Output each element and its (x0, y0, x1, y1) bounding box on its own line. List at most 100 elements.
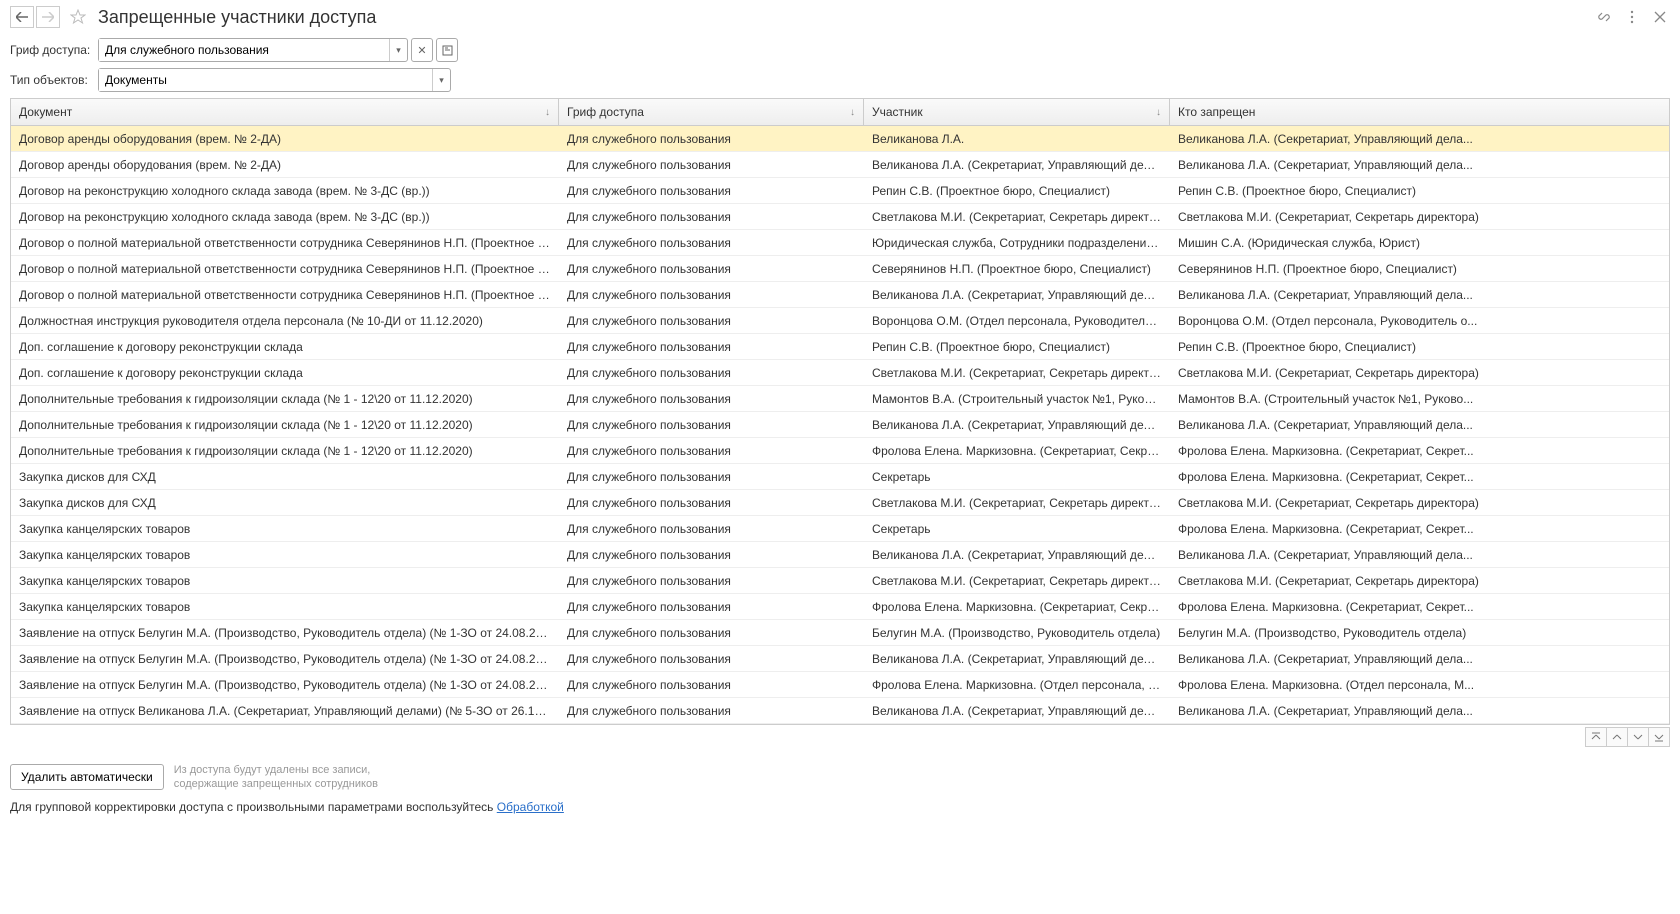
cell-who: Мамонтов В.А. (Строительный участок №1, … (1170, 392, 1669, 406)
cell-who: Светлакова М.И. (Секретариат, Секретарь … (1170, 366, 1669, 380)
cell-grif: Для служебного пользования (559, 678, 864, 692)
open-icon (442, 45, 453, 56)
scroll-up-button[interactable] (1606, 727, 1628, 747)
cell-who: Мишин С.А. (Юридическая служба, Юрист) (1170, 236, 1669, 250)
cell-participant: Великанова Л.А. (864, 132, 1170, 146)
table-row[interactable]: Закупка дисков для СХДДля служебного пол… (11, 490, 1669, 516)
link-icon[interactable] (1594, 7, 1614, 27)
type-label: Тип объектов: (10, 73, 98, 87)
cell-participant: Мамонтов В.А. (Строительный участок №1, … (864, 392, 1170, 406)
cell-grif: Для служебного пользования (559, 418, 864, 432)
cell-participant: Секретарь (864, 522, 1170, 536)
cell-who: Великанова Л.А. (Секретариат, Управляющи… (1170, 704, 1669, 718)
sort-icon: ↓ (850, 107, 855, 118)
page-title: Запрещенные участники доступа (98, 7, 376, 28)
sort-icon: ↓ (1156, 107, 1161, 118)
cell-grif: Для служебного пользования (559, 366, 864, 380)
table-row[interactable]: Договор аренды оборудования (врем. № 2-Д… (11, 152, 1669, 178)
table-row[interactable]: Заявление на отпуск Великанова Л.А. (Сек… (11, 698, 1669, 724)
grif-open-button[interactable] (436, 38, 458, 62)
grif-input[interactable] (99, 39, 389, 61)
table-row[interactable]: Заявление на отпуск Белугин М.А. (Произв… (11, 672, 1669, 698)
favorite-icon[interactable] (66, 6, 90, 28)
table-row[interactable]: Дополнительные требования к гидроизоляци… (11, 386, 1669, 412)
cell-grif: Для служебного пользования (559, 288, 864, 302)
cell-who: Светлакова М.И. (Секретариат, Секретарь … (1170, 210, 1669, 224)
col-header-who[interactable]: Кто запрещен (1170, 99, 1669, 125)
cell-participant: Великанова Л.А. (Секретариат, Управляющи… (864, 652, 1170, 666)
table-row[interactable]: Дополнительные требования к гидроизоляци… (11, 412, 1669, 438)
table-row[interactable]: Закупка канцелярских товаровДля служебно… (11, 594, 1669, 620)
processing-link[interactable]: Обработкой (497, 800, 564, 814)
scroll-top-button[interactable] (1585, 727, 1607, 747)
cell-document: Закупка дисков для СХД (11, 470, 559, 484)
cell-grif: Для служебного пользования (559, 314, 864, 328)
cell-who: Фролова Елена. Маркизовна. (Секретариат,… (1170, 470, 1669, 484)
table-row[interactable]: Договор на реконструкцию холодного склад… (11, 204, 1669, 230)
col-header-document[interactable]: Документ↓ (11, 99, 559, 125)
cell-participant: Северянинов Н.П. (Проектное бюро, Специа… (864, 262, 1170, 276)
table-row[interactable]: Договор о полной материальной ответствен… (11, 282, 1669, 308)
cell-document: Заявление на отпуск Белугин М.А. (Произв… (11, 652, 559, 666)
table-row[interactable]: Закупка канцелярских товаровДля служебно… (11, 542, 1669, 568)
cell-who: Великанова Л.А. (Секретариат, Управляющи… (1170, 418, 1669, 432)
table-row[interactable]: Закупка дисков для СХДДля служебного пол… (11, 464, 1669, 490)
table-row[interactable]: Дополнительные требования к гидроизоляци… (11, 438, 1669, 464)
cell-grif: Для служебного пользования (559, 470, 864, 484)
cell-document: Закупка канцелярских товаров (11, 548, 559, 562)
data-table: Документ↓ Гриф доступа↓ Участник↓ Кто за… (10, 98, 1670, 725)
table-row[interactable]: Договор аренды оборудования (врем. № 2-Д… (11, 126, 1669, 152)
cell-who: Фролова Елена. Маркизовна. (Отдел персон… (1170, 678, 1669, 692)
table-row[interactable]: Договор на реконструкцию холодного склад… (11, 178, 1669, 204)
cell-document: Договор аренды оборудования (врем. № 2-Д… (11, 158, 559, 172)
grif-dropdown[interactable]: ▾ (389, 39, 407, 61)
type-input[interactable] (99, 69, 432, 91)
cell-participant: Великанова Л.А. (Секретариат, Управляющи… (864, 548, 1170, 562)
cell-participant: Светлакова М.И. (Секретариат, Секретарь … (864, 496, 1170, 510)
cell-participant: Великанова Л.А. (Секретариат, Управляющи… (864, 288, 1170, 302)
cell-who: Воронцова О.М. (Отдел персонала, Руковод… (1170, 314, 1669, 328)
cell-participant: Фролова Елена. Маркизовна. (Секретариат,… (864, 444, 1170, 458)
scroll-bottom-button[interactable] (1648, 727, 1670, 747)
cell-document: Дополнительные требования к гидроизоляци… (11, 444, 559, 458)
table-row[interactable]: Закупка канцелярских товаровДля служебно… (11, 516, 1669, 542)
cell-who: Великанова Л.А. (Секретариат, Управляющи… (1170, 548, 1669, 562)
type-input-wrap: ▾ (98, 68, 451, 92)
bottom-link-text: Для групповой корректировки доступа с пр… (10, 800, 1670, 814)
cell-document: Договор на реконструкцию холодного склад… (11, 210, 559, 224)
cell-participant: Светлакова М.И. (Секретариат, Секретарь … (864, 210, 1170, 224)
cell-who: Репин С.В. (Проектное бюро, Специалист) (1170, 184, 1669, 198)
table-row[interactable]: Доп. соглашение к договору реконструкции… (11, 334, 1669, 360)
col-header-participant[interactable]: Участник↓ (864, 99, 1170, 125)
scroll-down-button[interactable] (1627, 727, 1649, 747)
cell-who: Великанова Л.А. (Секретариат, Управляющи… (1170, 132, 1669, 146)
table-row[interactable]: Должностная инструкция руководителя отде… (11, 308, 1669, 334)
type-dropdown[interactable]: ▾ (432, 69, 450, 91)
close-icon[interactable] (1650, 7, 1670, 27)
back-button[interactable] (10, 6, 34, 28)
cell-who: Белугин М.А. (Производство, Руководитель… (1170, 626, 1669, 640)
table-row[interactable]: Заявление на отпуск Белугин М.А. (Произв… (11, 646, 1669, 672)
cell-participant: Великанова Л.А. (Секретариат, Управляющи… (864, 158, 1170, 172)
cell-document: Договор о полной материальной ответствен… (11, 288, 559, 302)
delete-auto-button[interactable]: Удалить автоматически (10, 764, 164, 790)
cell-who: Фролова Елена. Маркизовна. (Секретариат,… (1170, 600, 1669, 614)
cell-who: Северянинов Н.П. (Проектное бюро, Специа… (1170, 262, 1669, 276)
grif-clear-button[interactable]: ✕ (411, 38, 433, 62)
cell-who: Светлакова М.И. (Секретариат, Секретарь … (1170, 496, 1669, 510)
cell-document: Должностная инструкция руководителя отде… (11, 314, 559, 328)
cell-grif: Для служебного пользования (559, 210, 864, 224)
table-row[interactable]: Заявление на отпуск Белугин М.А. (Произв… (11, 620, 1669, 646)
table-row[interactable]: Договор о полной материальной ответствен… (11, 256, 1669, 282)
col-header-grif[interactable]: Гриф доступа↓ (559, 99, 864, 125)
cell-participant: Великанова Л.А. (Секретариат, Управляющи… (864, 704, 1170, 718)
table-row[interactable]: Закупка канцелярских товаровДля служебно… (11, 568, 1669, 594)
cell-document: Заявление на отпуск Белугин М.А. (Произв… (11, 626, 559, 640)
more-icon[interactable] (1622, 7, 1642, 27)
table-row[interactable]: Доп. соглашение к договору реконструкции… (11, 360, 1669, 386)
forward-button[interactable] (36, 6, 60, 28)
cell-participant: Репин С.В. (Проектное бюро, Специалист) (864, 340, 1170, 354)
cell-participant: Светлакова М.И. (Секретариат, Секретарь … (864, 574, 1170, 588)
cell-participant: Воронцова О.М. (Отдел персонала, Руковод… (864, 314, 1170, 328)
table-row[interactable]: Договор о полной материальной ответствен… (11, 230, 1669, 256)
